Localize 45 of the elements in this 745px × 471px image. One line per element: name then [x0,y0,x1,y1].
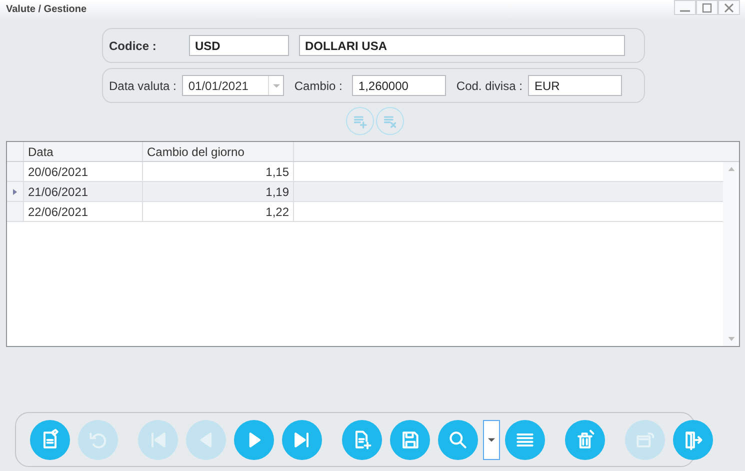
code-label: Codice : [109,38,158,52]
table-row[interactable]: 22/06/2021 1,22 [7,202,723,222]
table-cell: 1,15 [143,162,294,181]
row-add-icon [352,113,368,129]
maximize-icon [702,2,712,12]
row-pointer-icon [13,188,17,194]
scroll-down-icon [728,337,734,341]
document-pencil-button[interactable] [30,420,70,460]
floppy-disk-button[interactable] [390,420,430,460]
search-icon [447,428,469,450]
row-delete-icon [382,113,398,129]
date-dropdown[interactable]: 01/01/2021 [182,75,284,96]
close-icon [724,2,734,12]
currency-field[interactable]: EUR [528,75,622,96]
scrollbar[interactable] [723,162,739,346]
skip-forward-button[interactable] [282,420,322,460]
date-label: Data valuta : [109,78,176,92]
rate-label: Cambio : [294,78,342,92]
document-plus-button[interactable] [342,420,382,460]
table-cell: 1,22 [143,202,294,221]
minimize-icon [680,10,690,12]
scroll-up-icon [728,167,734,171]
menu-button[interactable] [505,420,545,460]
exit-door-button[interactable] [673,420,713,460]
table-cell: 21/06/2021 [24,182,143,201]
table-cell: 1,19 [143,182,294,201]
close-button[interactable] [718,0,740,15]
rate-field[interactable]: 1,260000 [352,75,446,96]
column-header[interactable]: Data [24,142,143,161]
maximize-button[interactable] [696,0,718,15]
table-row[interactable]: 21/06/2021 1,19 [7,182,723,202]
caret-icon [488,438,495,442]
minimize-button[interactable] [674,0,696,15]
search-button[interactable] [438,420,478,460]
table-cell: 20/06/2021 [24,162,143,181]
table-cell: 22/06/2021 [24,202,143,221]
trash-button[interactable] [565,420,605,460]
description-field[interactable]: DOLLARI USA [299,35,625,56]
column-header[interactable]: Cambio del giorno [143,142,294,161]
code-field[interactable]: USD [189,35,289,56]
currency-label: Cod. divisa : [456,78,522,92]
dropdown-button[interactable] [483,420,500,460]
play-button[interactable] [234,420,274,460]
window-title: Valute / Gestione [5,3,87,15]
caret-icon [272,84,280,88]
